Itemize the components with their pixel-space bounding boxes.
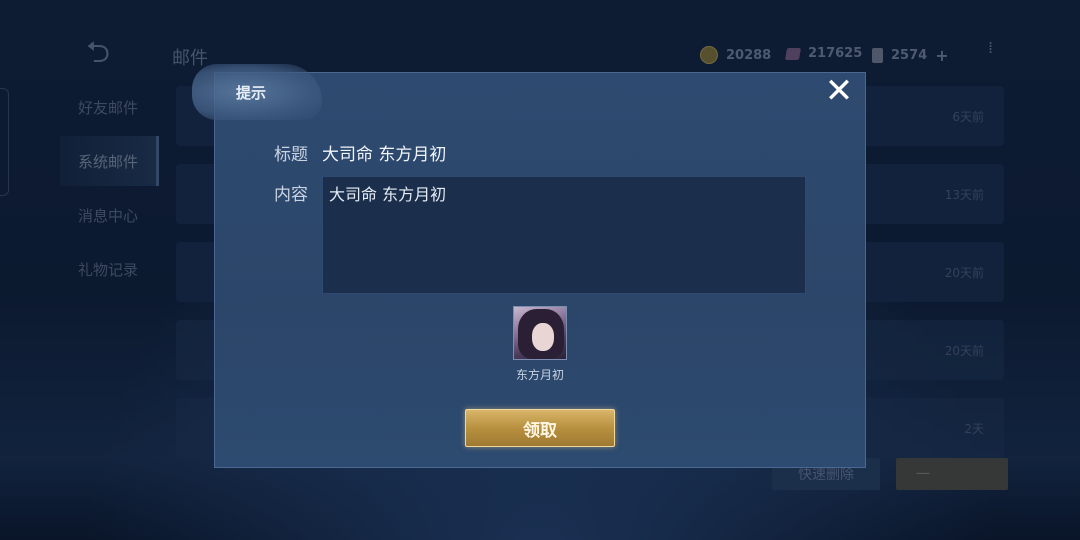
- content-label: 内容: [274, 185, 308, 205]
- content-text: 大司命 东方月初: [329, 185, 447, 204]
- close-icon[interactable]: ✕: [822, 74, 856, 108]
- dialog-title: 提示: [236, 84, 267, 102]
- claim-button[interactable]: 领取: [465, 409, 615, 447]
- subject-value: 大司命 东方月初: [322, 145, 447, 165]
- content-box: 大司命 东方月初: [322, 176, 806, 294]
- subject-label: 标题: [274, 145, 308, 165]
- character-face-shape: [532, 323, 554, 351]
- reward-name: 东方月初: [515, 368, 564, 382]
- reward-skin-thumbnail[interactable]: [513, 306, 567, 360]
